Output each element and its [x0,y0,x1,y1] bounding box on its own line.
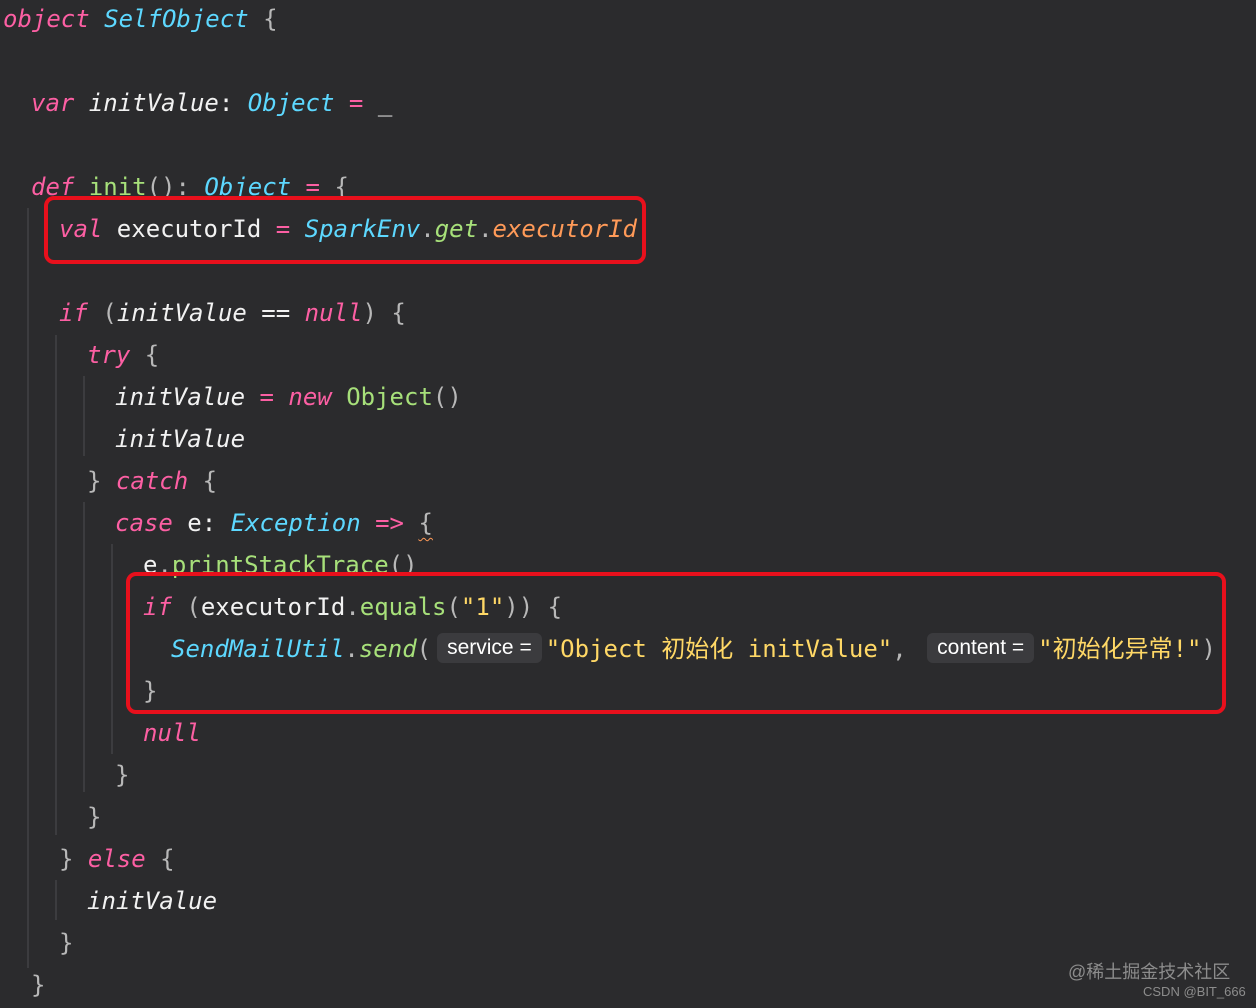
code-token: = [245,383,289,411]
code-token: = [334,89,378,117]
watermark-site: @稀土掘金技术社区 [1068,962,1231,982]
code-token: _ [377,89,393,117]
highlight-box-send-mail [126,572,1226,714]
code-token: } [59,929,74,957]
code-token: } [87,467,116,495]
code-line[interactable]: null [0,712,201,754]
code-token: => [360,509,419,537]
code-token: == [246,299,305,327]
code-token: Object [346,383,433,411]
code-token: { [418,509,433,537]
code-token: null [304,299,363,327]
code-token: else [87,845,161,873]
code-line[interactable]: } [0,964,45,1006]
code-token: SelfObject [104,5,249,33]
code-token: ) { [362,299,406,327]
watermark-credit: CSDN @BIT_666 [1143,984,1246,999]
highlight-box-executor-id [44,196,646,264]
code-token: initValue [87,887,218,915]
code-line[interactable]: } [0,796,101,838]
code-line[interactable]: initValue [0,418,245,460]
code-line[interactable]: try { [0,334,159,376]
code-token: ( [102,299,117,327]
code-editor[interactable]: object SelfObject { var initValue: Objec… [0,0,1256,1008]
code-token: } [87,803,102,831]
code-token: } [115,761,130,789]
code-line[interactable]: var initValue: Object = _ [0,82,392,124]
code-token: { [160,845,175,873]
code-token: object [3,5,105,33]
code-line[interactable]: } [0,922,73,964]
code-token: initValue [115,425,246,453]
code-token: initValue [115,383,246,411]
code-token: Exception [230,509,361,537]
code-token: var [31,89,89,117]
code-line[interactable]: initValue = new Object() [0,376,462,418]
code-token: new [288,383,347,411]
code-token: initValue [116,299,247,327]
code-token: e: [187,509,231,537]
code-token: } [31,971,46,999]
code-line[interactable] [0,40,3,82]
code-token: catch [115,467,203,495]
code-line[interactable]: if (initValue == null) { [0,292,406,334]
code-token: { [202,467,218,495]
code-token: } [59,845,88,873]
code-line[interactable]: case e: Exception => { [0,502,433,544]
code-token: if [59,299,103,327]
code-token: Object [247,89,335,117]
code-token: : [218,89,248,117]
code-line[interactable] [0,124,31,166]
code-token: try [87,341,145,369]
code-line[interactable]: } [0,754,129,796]
code-line[interactable]: initValue [0,880,217,922]
code-token: { [144,341,160,369]
code-line[interactable]: object SelfObject { [0,0,278,40]
code-token: initValue [88,89,219,117]
code-line[interactable]: } else { [0,838,175,880]
code-token: { [248,5,278,33]
code-token: () [432,383,462,411]
code-token: case [115,509,188,537]
code-token: null [143,719,201,747]
code-line[interactable]: } catch { [0,460,217,502]
